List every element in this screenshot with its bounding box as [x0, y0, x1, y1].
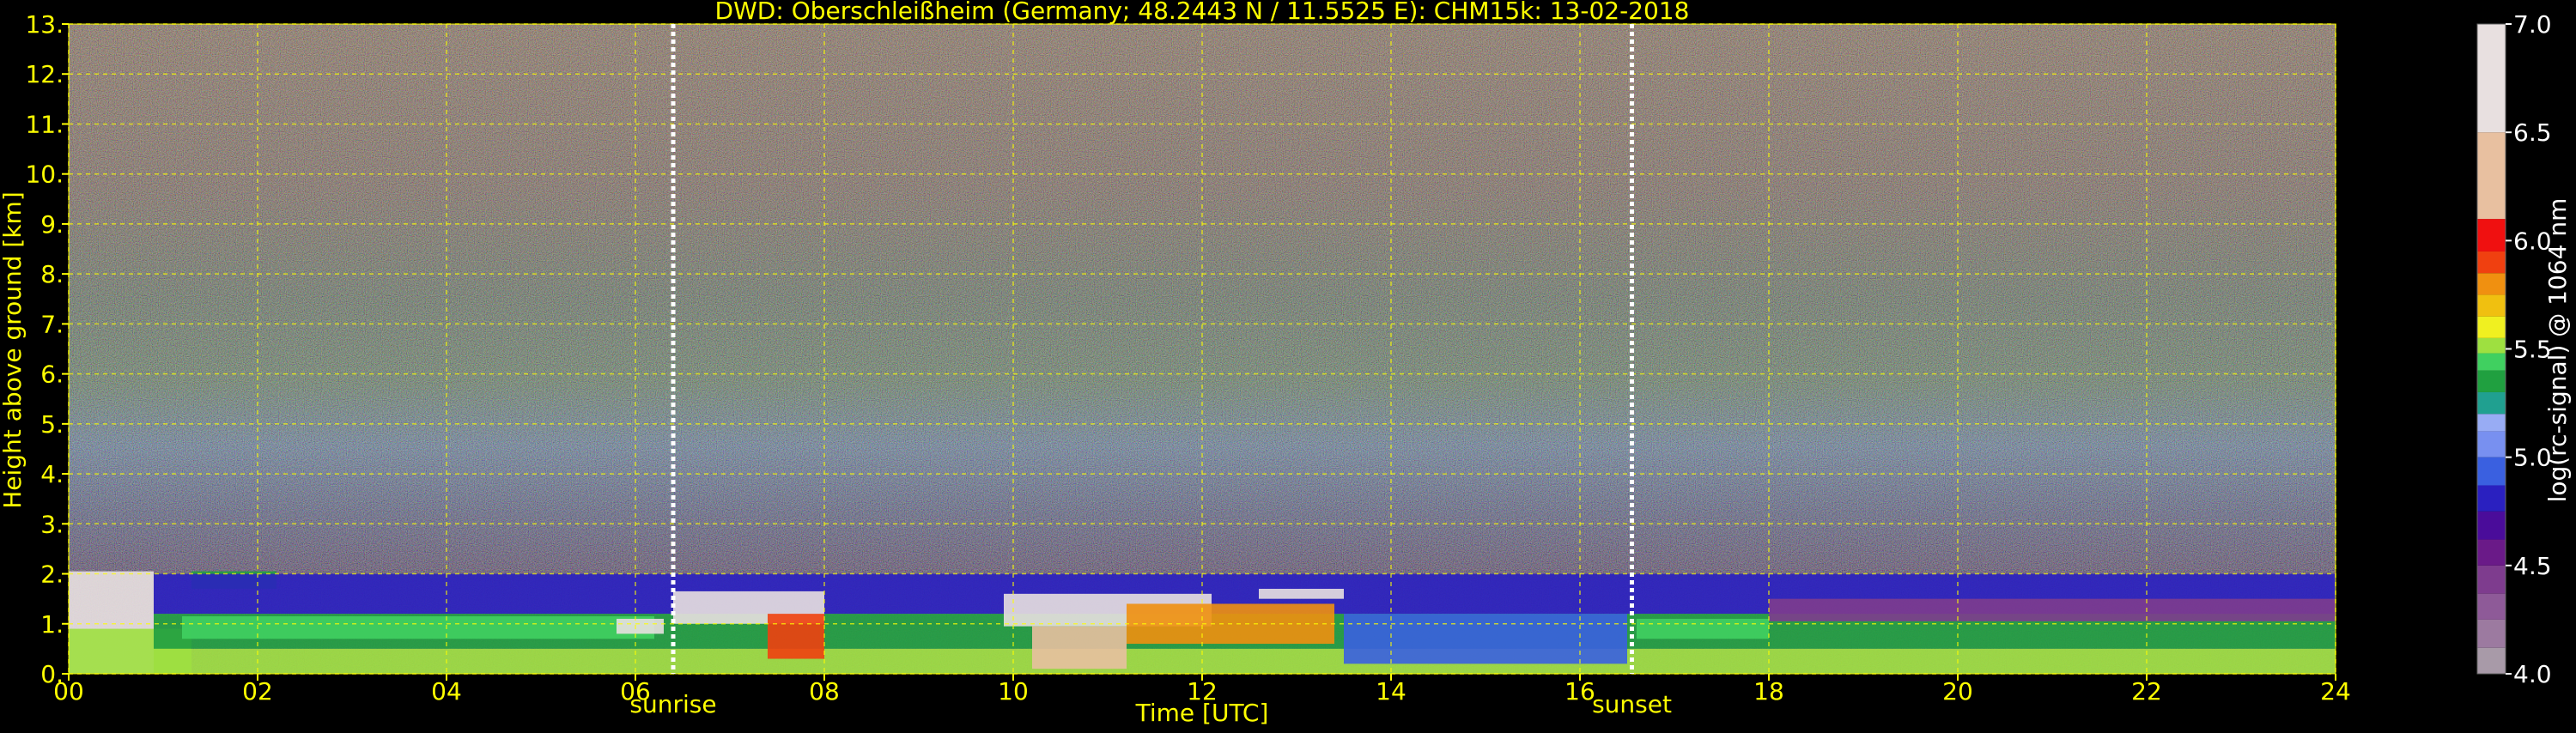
- colorbar-segment: [2477, 431, 2506, 457]
- colorbar-segment: [2477, 251, 2506, 274]
- signal-band: [768, 614, 824, 659]
- signal-band: [617, 618, 664, 634]
- signal-band: [1769, 598, 2336, 621]
- y-tick-label: 1.: [40, 610, 64, 639]
- colorbar-segment: [2477, 539, 2506, 566]
- signal-band: [1637, 618, 1769, 639]
- colorbar-segment: [2477, 337, 2506, 354]
- colorbar-segment: [2477, 294, 2506, 317]
- x-tick-label: 14: [1376, 677, 1406, 706]
- colorbar-segment: [2477, 273, 2506, 295]
- x-tick-label: 20: [1942, 677, 1973, 706]
- y-axis-label: Height above ground [km]: [0, 191, 27, 509]
- colorbar-tick-label: 6.5: [2513, 118, 2552, 147]
- x-tick-label: 24: [2320, 677, 2351, 706]
- colorbar-segment: [2477, 593, 2506, 620]
- x-tick-label: 18: [1753, 677, 1784, 706]
- x-tick-label: 22: [2131, 677, 2162, 706]
- chart-title: DWD: Oberschleißheim (Germany; 48.2443 N…: [715, 0, 1690, 25]
- lidar-chart: 00 02 04 06 08 10 12 14 16 18 20 22 240.1.2.3.4.5.6.…: [0, 0, 2572, 727]
- colorbar-segment: [2477, 24, 2506, 133]
- signal-band: [1032, 626, 1127, 669]
- y-tick-label: 7.: [40, 310, 64, 338]
- colorbar-segment: [2477, 485, 2506, 512]
- y-tick-label: 12.: [25, 60, 64, 88]
- signal-band: [154, 648, 2336, 674]
- x-tick-label: 16: [1564, 677, 1595, 706]
- colorbar-segment: [2477, 414, 2506, 432]
- colorbar-label: log(rc-signal) @ 1064 nm: [2543, 198, 2572, 503]
- y-tick-label: 3.: [40, 510, 64, 538]
- colorbar-segment: [2477, 132, 2506, 220]
- colorbar-tick-label: 4.0: [2513, 660, 2552, 688]
- x-tick-label: 08: [809, 677, 840, 706]
- colorbar-segment: [2477, 619, 2506, 648]
- y-tick-label: 10.: [25, 161, 64, 189]
- signal-bands: [69, 571, 2336, 674]
- y-tick-label: 13.: [25, 10, 64, 39]
- signal-band: [1259, 589, 1344, 599]
- signal-band: [182, 616, 654, 639]
- colorbar-segment: [2477, 391, 2506, 415]
- colorbar-segment: [2477, 457, 2506, 486]
- colorbar-segment: [2477, 370, 2506, 392]
- x-tick-label: 10: [998, 677, 1029, 706]
- colorbar-segment: [2477, 353, 2506, 371]
- plot-figure: 00 02 04 06 08 10 12 14 16 18 20 22 24 0. 1. 2. 3. 4. 5. 6.…: [0, 0, 2576, 730]
- y-tick-label: 4.: [40, 460, 64, 488]
- y-tick-label: 11.: [25, 110, 64, 138]
- y-tick-label: 0.: [40, 660, 64, 688]
- colorbar: 4.04.55.05.56.06.57.0: [2476, 10, 2552, 688]
- colorbar-tick-label: 4.5: [2513, 552, 2552, 580]
- colorbar-segment: [2477, 565, 2506, 594]
- y-tick-label: 9.: [40, 210, 64, 239]
- x-tick-label: 02: [242, 677, 273, 706]
- x-tick-label: 04: [431, 677, 462, 706]
- colorbar-tick-label: 7.0: [2513, 10, 2552, 39]
- colorbar-segment: [2477, 219, 2506, 251]
- y-tick-label: 8.: [40, 260, 64, 288]
- colorbar-segment: [2477, 647, 2506, 674]
- colorbar-segment: [2477, 511, 2506, 540]
- y-tick-label: 2.: [40, 560, 64, 589]
- sunrise-label: sunrise: [629, 690, 716, 718]
- y-tick-label: 5.: [40, 410, 64, 439]
- y-tick-label: 6.: [40, 360, 64, 389]
- x-axis-label: Time [UTC]: [1135, 699, 1269, 727]
- sunset-label: sunset: [1592, 690, 1672, 718]
- signal-band: [1344, 614, 1627, 664]
- colorbar-segment: [2477, 316, 2506, 338]
